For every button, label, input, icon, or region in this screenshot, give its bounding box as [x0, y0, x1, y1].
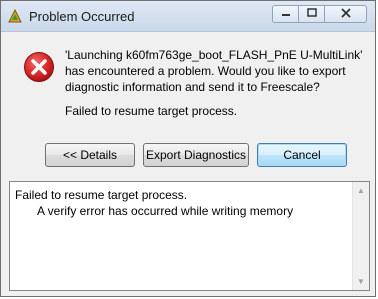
- scroll-down-arrow-icon[interactable]: ▼: [353, 273, 369, 290]
- details-line: Failed to resume target process.: [15, 188, 188, 202]
- eclipse-app-icon: [7, 8, 23, 24]
- error-icon: [23, 51, 55, 83]
- close-button[interactable]: [324, 5, 367, 23]
- title-bar[interactable]: Problem Occurred: [1, 1, 375, 32]
- error-message: 'Launching k60fm763ge_boot_FLASH_PnE U-M…: [65, 48, 363, 94]
- maximize-icon: [306, 7, 317, 21]
- maximize-button[interactable]: [298, 5, 325, 23]
- close-icon: [340, 7, 351, 21]
- window-title: Problem Occurred: [29, 9, 135, 24]
- details-textarea[interactable]: Failed to resume target process. A verif…: [9, 181, 370, 291]
- vertical-scrollbar[interactable]: ▲ ▼: [352, 182, 369, 290]
- minimize-icon: [281, 7, 291, 21]
- details-line: A verify error has occurred while writin…: [37, 204, 294, 218]
- export-diagnostics-button[interactable]: Export Diagnostics: [143, 143, 249, 167]
- scroll-up-arrow-icon[interactable]: ▲: [353, 182, 369, 199]
- cancel-button[interactable]: Cancel: [257, 143, 347, 167]
- minimize-button[interactable]: [272, 5, 299, 23]
- error-sub-message: Failed to resume target process.: [65, 104, 238, 118]
- details-button[interactable]: << Details: [45, 143, 135, 167]
- window-controls: [272, 5, 367, 25]
- problem-dialog: Problem Occurred 'Launching k60fm763ge_b…: [0, 0, 376, 297]
- details-content: Failed to resume target process. A verif…: [15, 187, 349, 219]
